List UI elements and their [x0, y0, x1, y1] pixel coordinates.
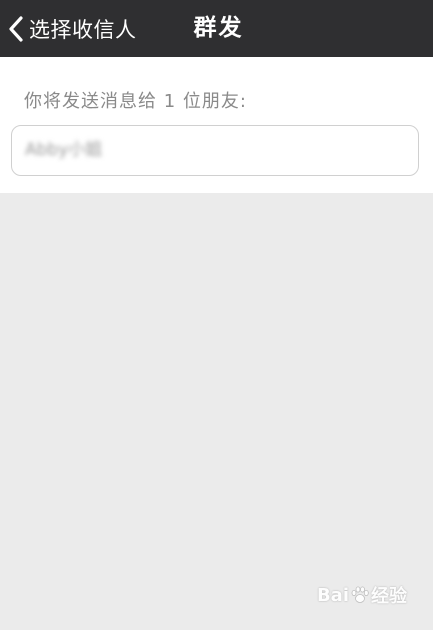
baidu-jingyan-watermark: Bai 经验 — [317, 582, 407, 608]
recipient-name: Abby小姐 — [25, 140, 103, 160]
nav-bar: 选择收信人 群发 — [0, 0, 433, 57]
recipient-count-hint: 你将发送消息给 1 位朋友: — [24, 91, 247, 112]
page-title: 群发 — [193, 15, 244, 41]
recipient-card: 你将发送消息给 1 位朋友: Abby小姐 — [0, 57, 433, 193]
watermark-brand-right: 经验 — [371, 586, 407, 607]
watermark-brand-left: Bai — [316, 584, 349, 606]
recipient-list-field[interactable]: Abby小姐 — [11, 125, 419, 176]
paw-icon — [351, 586, 369, 603]
